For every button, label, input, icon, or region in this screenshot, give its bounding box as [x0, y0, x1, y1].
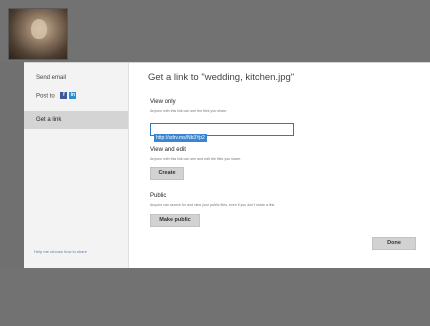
sidebar-item-label: Send email [36, 75, 67, 81]
sidebar-item-get-a-link[interactable]: Get a link [24, 111, 128, 129]
view-and-edit-description: Anyone with this link can see and edit t… [150, 157, 242, 161]
view-only-link-field[interactable]: http://sdrv.ms/Nb3Yp2 [150, 123, 294, 142]
linkedin-icon[interactable]: in [69, 91, 77, 99]
make-public-button[interactable]: Make public [150, 214, 200, 227]
dialog-title: Get a link to "wedding, kitchen.jpg" [148, 72, 295, 83]
sidebar-item-post-to[interactable]: Post to f in [24, 87, 128, 105]
done-button[interactable]: Done [372, 237, 416, 250]
photo-thumbnail [8, 8, 68, 60]
view-only-description: Anyone with this link can see the files … [150, 109, 228, 113]
view-only-heading: View only [150, 99, 176, 105]
share-dialog: Send email Post to f in Get a link Help m… [24, 62, 430, 270]
header-backdrop [0, 0, 430, 62]
view-and-edit-heading: View and edit [150, 147, 186, 153]
sidebar-item-label: Get a link [36, 117, 62, 123]
create-link-button[interactable]: Create [150, 167, 184, 180]
share-main-panel: Get a link to "wedding, kitchen.jpg" Vie… [128, 63, 430, 269]
view-only-link-text: http://sdrv.ms/Nb3Yp2 [154, 134, 207, 142]
footer-backdrop [0, 268, 430, 326]
photo-subject [31, 19, 47, 39]
share-page: Send email Post to f in Get a link Help m… [0, 0, 430, 326]
help-choose-link[interactable]: Help me choose how to share [34, 249, 87, 254]
post-to-icons: f in [60, 87, 78, 105]
share-sidebar: Send email Post to f in Get a link Help m… [24, 63, 129, 269]
sidebar-item-send-email[interactable]: Send email [24, 69, 128, 87]
facebook-icon[interactable]: f [60, 91, 68, 99]
sidebar-item-label: Post to [36, 93, 55, 100]
public-heading: Public [150, 193, 167, 199]
public-description: Anyone can search for and view your publ… [150, 203, 276, 207]
